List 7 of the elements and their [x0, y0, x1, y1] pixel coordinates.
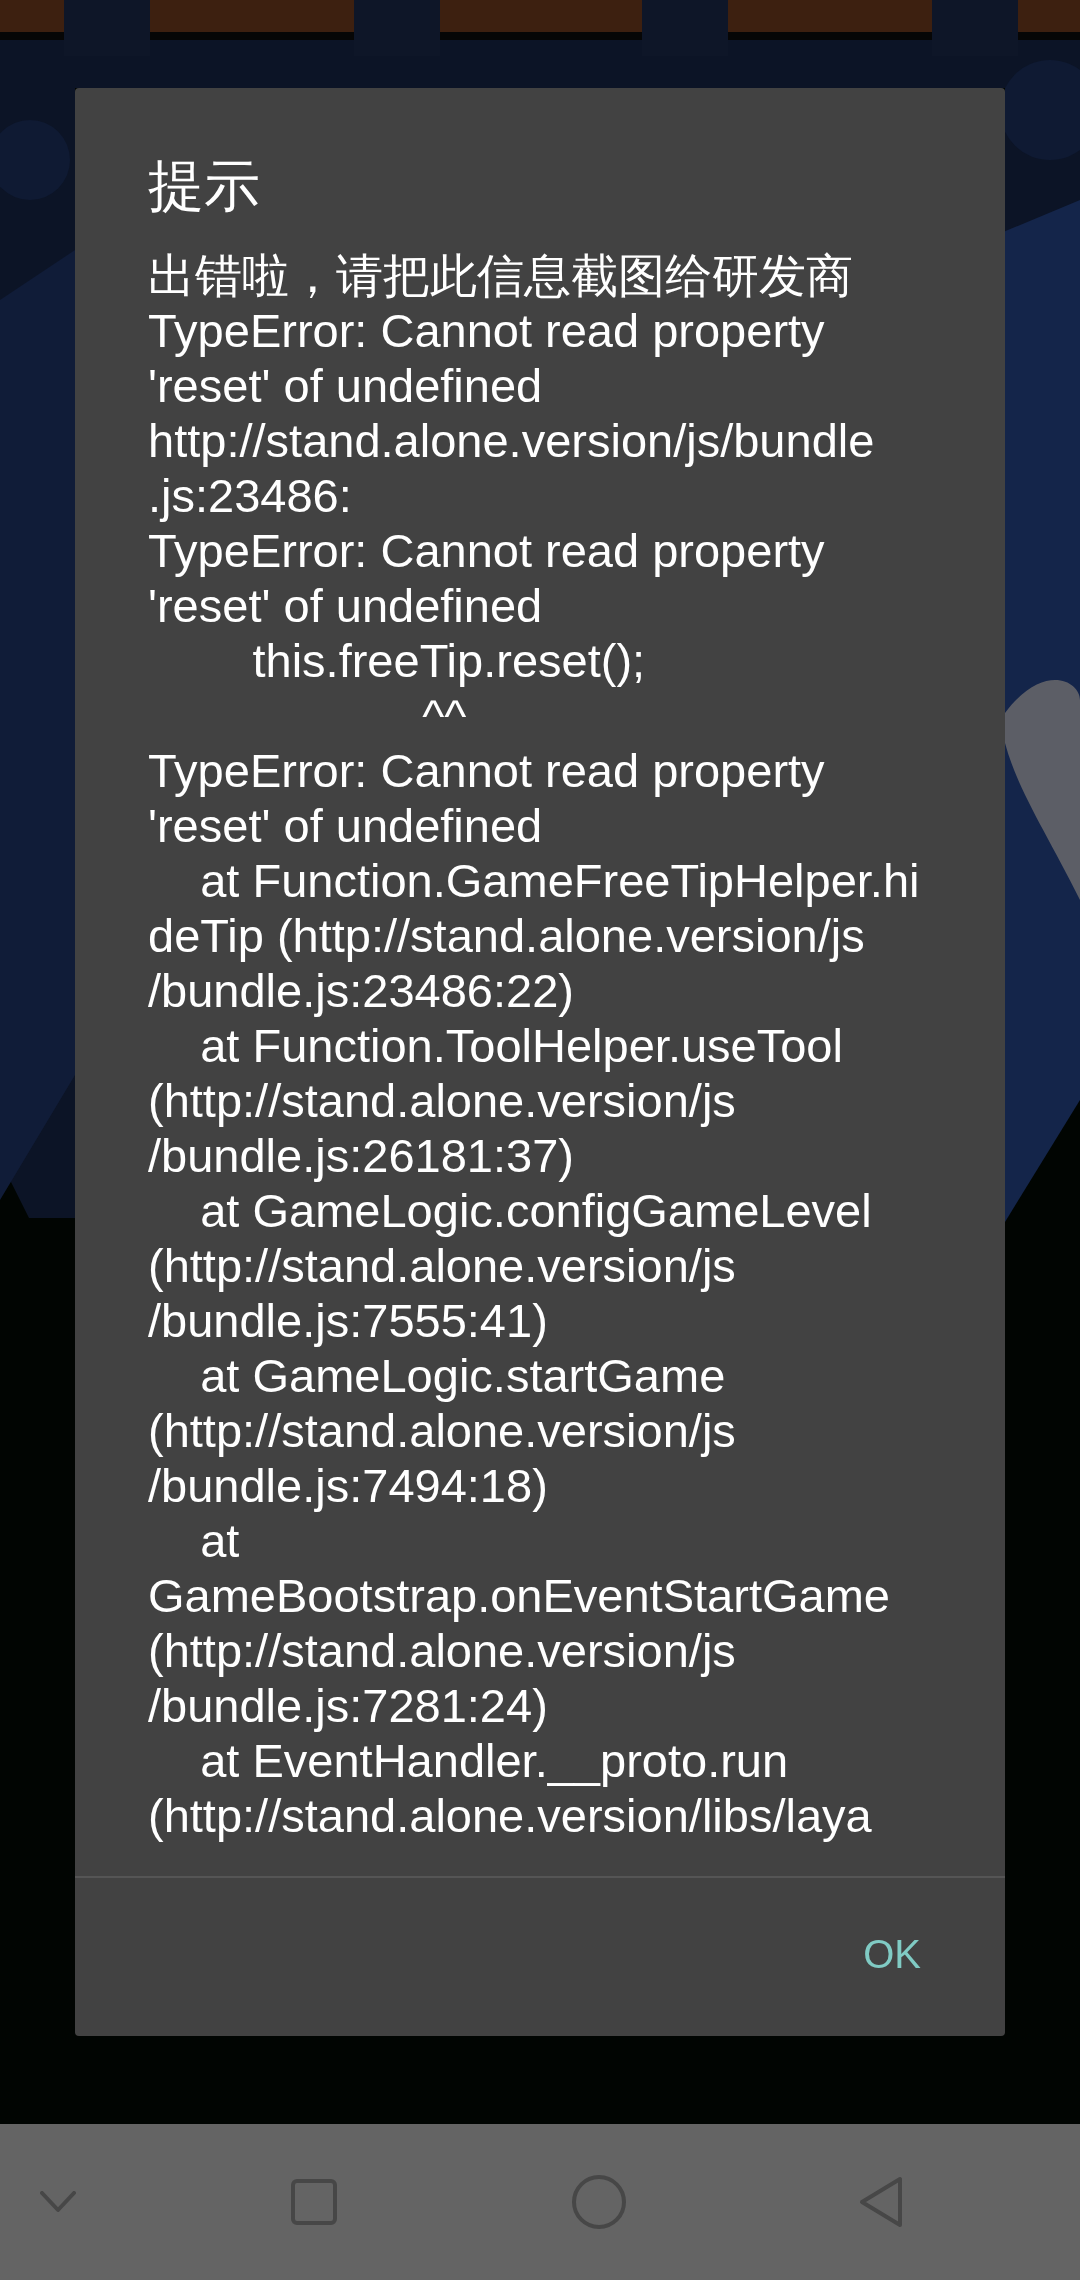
dialog-title: 提示 [148, 153, 260, 219]
home-icon[interactable] [570, 2174, 627, 2230]
error-message: 出错啦，请把此信息截图给研发商 TypeError: Cannot read property 'reset' of undefined http://stand.alone.version/js/bundle .js:23486: TypeError: Cannot read property 'reset' of undefined this.freeTip.reset(); ^^ TypeError: Cannot read property 'reset' of undefined at Function.GameFreeTipHelper.hi deTip (http://stand.alone.version/js /bundle.js:23486:22) at Function.ToolHelper.useTool (http://stand.alone.version/js /bundle.js:26181:37) at GameLogic.configGameLevel (http://stand.alone.version/js /bundle.js:7555:41) at GameLogic.startGame (http://stand.alone.version/js /bundle.js:7494:18) at GameBootstrap.onEventStartGame (http://stand.alone.version/js /bundle.js:7281:24) at EventHandler.__proto.run (http://stand.alone.version/libs/laya [148, 248, 920, 1843]
back-icon[interactable] [858, 2176, 904, 2228]
chevron-down-icon[interactable] [40, 2191, 76, 2213]
recent-apps-icon[interactable] [291, 2179, 338, 2225]
ok-button[interactable]: OK [839, 1904, 945, 2004]
